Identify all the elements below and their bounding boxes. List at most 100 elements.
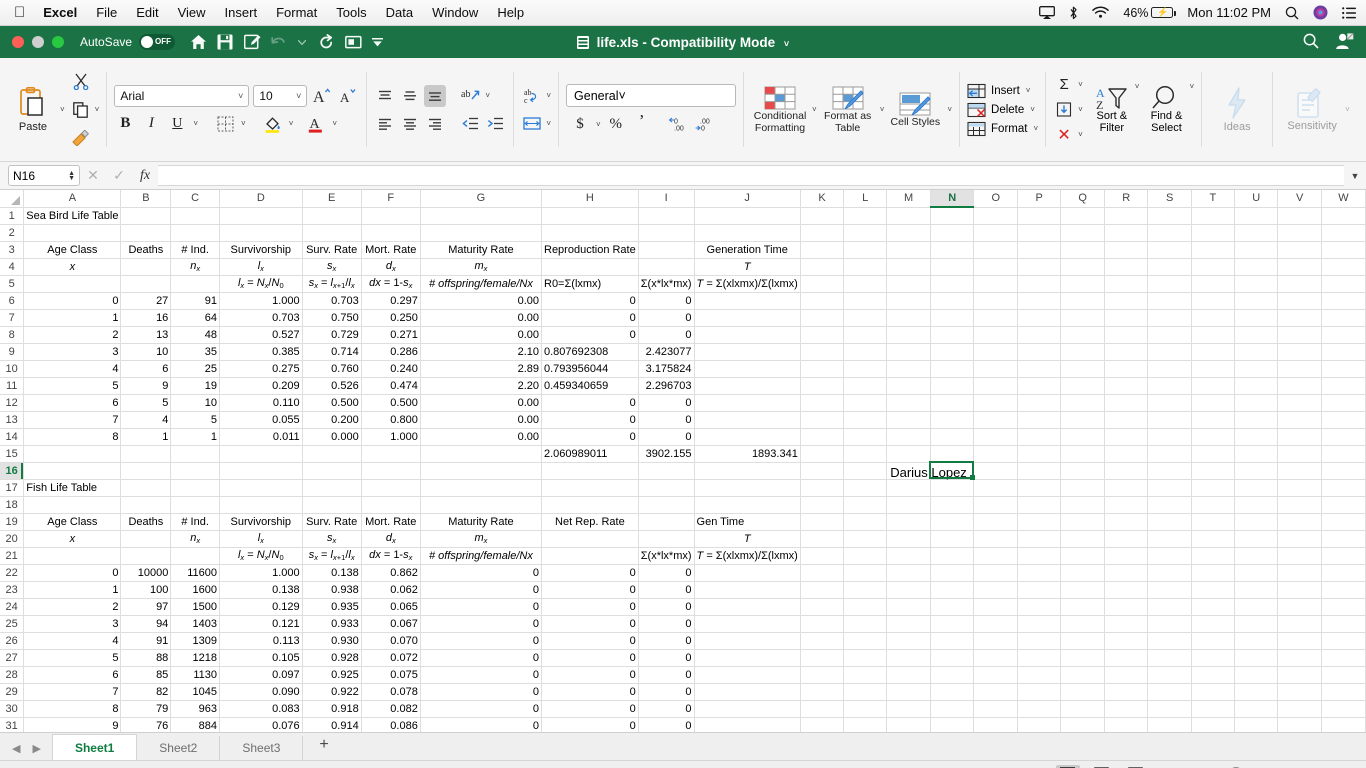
cell-L17[interactable]	[844, 479, 887, 496]
cell-V20[interactable]	[1278, 530, 1321, 547]
cell-N23[interactable]	[930, 581, 973, 598]
menu-window[interactable]: Window	[432, 5, 478, 20]
cell-V16[interactable]	[1278, 462, 1321, 479]
cell-V21[interactable]	[1278, 547, 1321, 564]
cell-S20[interactable]	[1148, 530, 1191, 547]
sensitivity-chevron-icon[interactable]: ˅	[1345, 105, 1350, 114]
decrease-indent-icon[interactable]	[459, 113, 481, 135]
cell-P22[interactable]	[1018, 564, 1061, 581]
align-top-icon[interactable]	[374, 85, 396, 107]
wrap-text-chevron-icon[interactable]: ˅	[546, 91, 551, 100]
row-header-13[interactable]: 13	[0, 411, 24, 428]
cell-H8[interactable]: 0	[542, 326, 639, 343]
grid-row[interactable]: 9310350.3850.7140.2862.100.8076923082.42…	[0, 343, 1366, 360]
cell-J3[interactable]: Generation Time	[694, 241, 800, 258]
cell-S21[interactable]	[1148, 547, 1191, 564]
row-header-20[interactable]: 20	[0, 530, 24, 547]
cell-P31[interactable]	[1018, 717, 1061, 732]
cell-U26[interactable]	[1235, 632, 1278, 649]
cell-A30[interactable]: 8	[24, 700, 121, 717]
cell-U27[interactable]	[1235, 649, 1278, 666]
cell-M3[interactable]	[887, 241, 931, 258]
cell-I6[interactable]: 0	[638, 292, 694, 309]
cell-T17[interactable]	[1191, 479, 1234, 496]
cell-S25[interactable]	[1148, 615, 1191, 632]
cell-F12[interactable]: 0.500	[361, 394, 420, 411]
cell-K2[interactable]	[800, 224, 843, 241]
cell-I22[interactable]: 0	[638, 564, 694, 581]
cell-V3[interactable]	[1278, 241, 1321, 258]
cell-A28[interactable]: 6	[24, 666, 121, 683]
cell-C30[interactable]: 963	[171, 700, 220, 717]
cell-L7[interactable]	[844, 309, 887, 326]
cell-A14[interactable]: 8	[24, 428, 121, 445]
delete-cells-button[interactable]: Delete ˅	[967, 102, 1038, 118]
cell-G26[interactable]: 0	[420, 632, 541, 649]
cell-Q29[interactable]	[1061, 683, 1105, 700]
add-sheet-button[interactable]: +	[303, 736, 344, 758]
sensitivity-button[interactable]: Sensitivity	[1280, 88, 1344, 132]
cell-C11[interactable]: 19	[171, 377, 220, 394]
cell-Q24[interactable]	[1061, 598, 1105, 615]
cell-E11[interactable]: 0.526	[302, 377, 361, 394]
cell-W14[interactable]	[1321, 428, 1365, 445]
cell-P24[interactable]	[1018, 598, 1061, 615]
cell-E25[interactable]: 0.933	[302, 615, 361, 632]
cell-M26[interactable]	[887, 632, 931, 649]
cell-A20[interactable]: x	[24, 530, 121, 547]
cell-J8[interactable]	[694, 326, 800, 343]
cell-H19[interactable]: Net Rep. Rate	[542, 513, 639, 530]
cell-O10[interactable]	[974, 360, 1018, 377]
cell-W4[interactable]	[1321, 258, 1365, 275]
fill-chevron-icon[interactable]: ˅	[1078, 105, 1083, 114]
cell-M10[interactable]	[887, 360, 931, 377]
sheet-tab-sheet2[interactable]: Sheet2	[137, 736, 220, 760]
cell-W28[interactable]	[1321, 666, 1365, 683]
cell-E23[interactable]: 0.938	[302, 581, 361, 598]
sheet-tab-sheet3[interactable]: Sheet3	[220, 736, 303, 760]
grid-row[interactable]: 2429715000.1290.9350.065000	[0, 598, 1366, 615]
cell-J16[interactable]	[694, 462, 800, 479]
paste-button[interactable]: Paste	[7, 87, 59, 133]
cell-N25[interactable]	[930, 615, 973, 632]
cell-V11[interactable]	[1278, 377, 1321, 394]
row-header-25[interactable]: 25	[0, 615, 24, 632]
cell-W8[interactable]	[1321, 326, 1365, 343]
cell-F28[interactable]: 0.075	[361, 666, 420, 683]
cell-F24[interactable]: 0.065	[361, 598, 420, 615]
cell-C22[interactable]: 11600	[171, 564, 220, 581]
cell-Q22[interactable]	[1061, 564, 1105, 581]
cell-C21[interactable]	[171, 547, 220, 564]
cell-L2[interactable]	[844, 224, 887, 241]
cell-D23[interactable]: 0.138	[219, 581, 302, 598]
cell-F23[interactable]: 0.062	[361, 581, 420, 598]
cell-O12[interactable]	[974, 394, 1018, 411]
cell-O8[interactable]	[974, 326, 1018, 343]
cell-M28[interactable]	[887, 666, 931, 683]
cell-N11[interactable]	[930, 377, 973, 394]
cell-P10[interactable]	[1018, 360, 1061, 377]
cell-S1[interactable]	[1148, 207, 1191, 224]
cell-F2[interactable]	[361, 224, 420, 241]
cell-N19[interactable]	[930, 513, 973, 530]
cell-E29[interactable]: 0.922	[302, 683, 361, 700]
cell-K5[interactable]	[800, 275, 843, 292]
cell-V5[interactable]	[1278, 275, 1321, 292]
cell-K4[interactable]	[800, 258, 843, 275]
cell-K14[interactable]	[800, 428, 843, 445]
cell-J5[interactable]: T = Σ(xlxmx)/Σ(lxmx)	[694, 275, 800, 292]
cell-D10[interactable]: 0.275	[219, 360, 302, 377]
cell-Q19[interactable]	[1061, 513, 1105, 530]
cell-C16[interactable]	[171, 462, 220, 479]
cell-W9[interactable]	[1321, 343, 1365, 360]
row-header-14[interactable]: 14	[0, 428, 24, 445]
cell-Q8[interactable]	[1061, 326, 1105, 343]
grid-row[interactable]: 8213480.5270.7290.2710.0000	[0, 326, 1366, 343]
cell-F6[interactable]: 0.297	[361, 292, 420, 309]
grid-row[interactable]: 1265100.1100.5000.5000.0000	[0, 394, 1366, 411]
column-header-T[interactable]: T	[1191, 190, 1234, 207]
cell-W3[interactable]	[1321, 241, 1365, 258]
row-header-9[interactable]: 9	[0, 343, 24, 360]
cell-V10[interactable]	[1278, 360, 1321, 377]
column-header-N[interactable]: N	[930, 190, 973, 207]
